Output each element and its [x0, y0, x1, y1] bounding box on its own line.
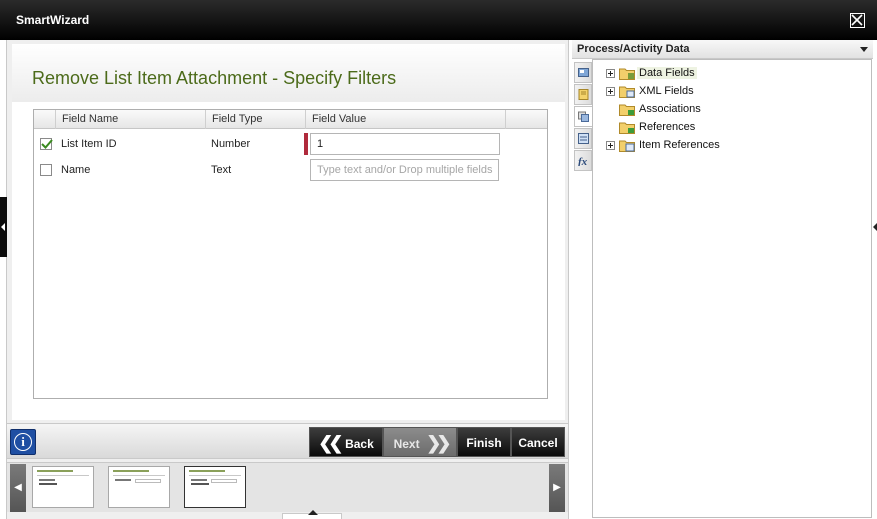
- button-bar: i ❮❮ Back Next ❯❯ Finish Cancel: [7, 423, 568, 459]
- window-title: SmartWizard: [16, 13, 90, 27]
- back-label: Back: [345, 437, 374, 451]
- folder-xml-icon: [619, 86, 635, 98]
- wizard-header: Remove List Item Attachment - Specify Fi…: [12, 44, 565, 102]
- row-checkbox[interactable]: [40, 164, 52, 176]
- function-tab-icon[interactable]: fx: [574, 150, 592, 171]
- folder-data-icon: [619, 68, 635, 80]
- tree-node-xml-fields[interactable]: XML Fields: [593, 83, 853, 101]
- step-thumbnail-1[interactable]: [32, 466, 94, 508]
- expand-icon[interactable]: [606, 141, 615, 150]
- panel-header[interactable]: Process/Activity Data: [572, 40, 873, 59]
- grid-header: Field Name Field Type Field Value: [34, 110, 547, 129]
- scroll-left-icon[interactable]: ◀: [10, 464, 26, 512]
- process-activity-panel: Process/Activity Data fx Data Fields XML…: [572, 40, 873, 519]
- column-header-field-name[interactable]: Field Name: [55, 110, 207, 129]
- tree-node-label: Item References: [639, 139, 720, 151]
- page-title: Remove List Item Attachment - Specify Fi…: [32, 68, 397, 88]
- tree-node-item-references[interactable]: Item References: [593, 137, 853, 155]
- field-name-cell: Name: [61, 164, 91, 176]
- field-name-cell: List Item ID: [61, 138, 117, 150]
- document-tab-icon[interactable]: [574, 84, 592, 105]
- panel-title: Process/Activity Data: [577, 43, 690, 55]
- filter-grid: Field Name Field Type Field Value List I…: [33, 109, 548, 399]
- tree-node-label: Associations: [639, 103, 701, 115]
- thumbnail-collapse-tab[interactable]: [282, 510, 342, 519]
- left-collapse-handle[interactable]: [0, 197, 7, 257]
- folder-associations-icon: [619, 104, 635, 116]
- tree-node-associations[interactable]: Associations: [593, 101, 853, 119]
- svg-text:fx: fx: [578, 156, 588, 166]
- title-bar: SmartWizard: [0, 0, 877, 40]
- folder-item-references-icon: [619, 140, 635, 152]
- table-row: Name Text Type text and/or Drop multiple…: [34, 157, 547, 183]
- field-value-input[interactable]: 1: [310, 133, 500, 155]
- double-chevron-right-icon: ❯❯: [426, 433, 451, 453]
- expand-icon[interactable]: [606, 69, 615, 78]
- info-icon: i: [14, 433, 32, 451]
- form-tab-icon[interactable]: [574, 128, 592, 149]
- column-header-filler: [505, 110, 547, 129]
- image-tab-icon[interactable]: [574, 62, 592, 83]
- back-button[interactable]: ❮❮ Back: [309, 427, 383, 457]
- table-row: List Item ID Number 1: [34, 131, 547, 157]
- expand-icon[interactable]: [606, 87, 615, 96]
- tree-node-label: XML Fields: [639, 85, 694, 97]
- smartwizard-window: SmartWizard Remove List Item Attachment …: [0, 0, 877, 519]
- folder-references-icon: [619, 122, 635, 134]
- row-checkbox[interactable]: [40, 138, 53, 150]
- tree-node-references[interactable]: References: [593, 119, 853, 137]
- data-tree: Data Fields XML Fields Associations Refe…: [592, 59, 872, 518]
- cancel-button[interactable]: Cancel: [511, 427, 565, 457]
- scroll-right-icon[interactable]: ▶: [549, 464, 565, 512]
- finish-button[interactable]: Finish: [457, 427, 511, 457]
- close-icon[interactable]: [850, 13, 865, 28]
- vertical-tab-strip: fx: [574, 60, 592, 200]
- field-value-input[interactable]: Type text and/or Drop multiple fields: [310, 159, 499, 181]
- column-header-field-type[interactable]: Field Type: [205, 110, 305, 129]
- field-type-cell: Number: [211, 138, 251, 150]
- wizard-content: Field Name Field Type Field Value List I…: [12, 102, 565, 420]
- required-indicator: [304, 133, 308, 155]
- tree-node-label: Data Fields: [637, 67, 697, 79]
- next-label: Next: [393, 437, 420, 451]
- wizard-panel: Remove List Item Attachment - Specify Fi…: [6, 40, 569, 519]
- tree-node-data-fields[interactable]: Data Fields: [593, 65, 853, 83]
- next-button[interactable]: Next ❯❯: [383, 427, 457, 457]
- double-chevron-left-icon: ❮❮: [318, 433, 343, 453]
- step-thumbnail-strip: ◀ ▶: [7, 462, 568, 512]
- field-type-cell: Text: [211, 164, 232, 176]
- data-tab-icon[interactable]: [574, 106, 592, 127]
- step-thumbnail-2[interactable]: [108, 466, 170, 508]
- column-header-field-value[interactable]: Field Value: [305, 110, 505, 129]
- step-thumbnail-3[interactable]: [184, 466, 246, 508]
- chevron-down-icon[interactable]: [860, 47, 868, 52]
- tree-node-label: References: [639, 121, 696, 133]
- info-button[interactable]: i: [10, 429, 36, 455]
